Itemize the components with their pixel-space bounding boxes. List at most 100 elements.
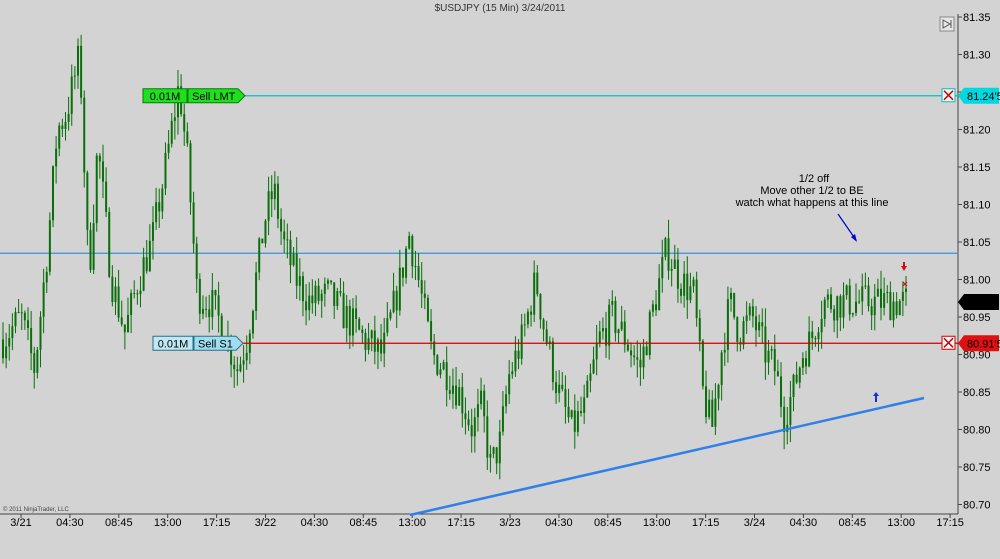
candle-body	[155, 202, 158, 223]
candle-body	[501, 406, 504, 432]
x-tick-label: 08:45	[594, 517, 622, 529]
candle-body	[580, 411, 583, 413]
candle-body	[848, 285, 851, 315]
candle-body	[836, 296, 839, 321]
candle-body	[98, 155, 101, 162]
candle-body	[783, 406, 786, 432]
scroll-end-button[interactable]	[939, 16, 955, 32]
x-tick-label: 04:30	[301, 517, 329, 529]
candle-body	[51, 166, 54, 221]
x-tick-label: 08:45	[350, 517, 378, 529]
candle-body	[101, 161, 104, 182]
candle-body	[214, 290, 217, 296]
candle-body	[889, 291, 892, 321]
candle-body	[39, 316, 42, 350]
candle-body	[420, 280, 423, 294]
candle-body	[89, 229, 92, 270]
candle-body	[892, 301, 895, 321]
candle-body	[192, 202, 195, 244]
candle-body	[851, 313, 854, 315]
candle-body	[511, 371, 514, 375]
candle-body	[736, 317, 739, 342]
candle-body	[111, 276, 114, 303]
candle-body	[508, 374, 511, 395]
candle-body	[45, 271, 48, 283]
candle-body	[151, 222, 154, 241]
copyright-text: © 2011 NinjaTrader, LLC	[3, 506, 69, 513]
candle-body	[64, 121, 67, 129]
candle-body	[305, 301, 308, 311]
candle-body	[301, 276, 304, 302]
candle-body	[217, 295, 220, 316]
x-tick-label: 08:45	[105, 517, 133, 529]
candle-body	[189, 143, 192, 203]
candle-body	[667, 238, 670, 271]
candle-body	[364, 332, 367, 350]
candle-body	[792, 374, 795, 398]
candle-body	[814, 338, 817, 340]
candle-body	[886, 291, 889, 294]
candle-body	[158, 202, 161, 212]
candle-body	[239, 364, 242, 372]
candle-body	[408, 235, 411, 249]
candle-body	[326, 280, 329, 284]
candle-body	[523, 324, 526, 326]
candle-body	[48, 220, 51, 272]
candle-body	[555, 382, 558, 394]
candle-body	[461, 387, 464, 414]
candle-body	[11, 326, 14, 339]
candle-body	[33, 353, 36, 373]
candle-body	[430, 321, 433, 342]
x-tick-label: 3/22	[255, 517, 276, 529]
candle-body	[817, 332, 820, 340]
candle-body	[23, 312, 26, 321]
candle-body	[411, 235, 414, 267]
candle-body	[95, 155, 98, 224]
x-tick-label: 04:30	[545, 517, 573, 529]
candle-body	[633, 355, 636, 358]
candle-body	[392, 290, 395, 313]
candle-body	[661, 256, 664, 279]
candle-body	[826, 294, 829, 300]
candle-body	[58, 125, 61, 149]
candle-body	[861, 286, 864, 302]
candle-body	[505, 394, 508, 407]
candle-body	[476, 404, 479, 418]
x-tick-label: 17:15	[203, 517, 231, 529]
y-tick-label: 81.10	[963, 200, 991, 212]
candle-body	[592, 359, 595, 374]
candle-body	[601, 328, 604, 332]
candle-body	[120, 317, 123, 325]
candle-body	[830, 294, 833, 310]
candle-body	[148, 240, 151, 272]
candle-body	[876, 288, 879, 297]
candle-body	[389, 312, 392, 319]
candle-body	[17, 312, 20, 314]
x-tick-label: 3/23	[499, 517, 520, 529]
candle-body	[417, 266, 420, 281]
candle-body	[561, 384, 564, 390]
x-tick-label: 17:15	[447, 517, 475, 529]
annotation-text: watch what happens at this line	[735, 197, 889, 209]
candle-body	[486, 416, 489, 458]
candle-body	[114, 286, 117, 303]
candle-body	[695, 279, 698, 318]
candle-body	[264, 220, 267, 244]
candle-body	[195, 243, 198, 279]
candle-body	[901, 291, 904, 301]
candle-body	[26, 320, 29, 329]
candle-body	[205, 308, 208, 310]
candle-body	[798, 367, 801, 383]
candle-body	[126, 314, 129, 333]
x-tick-label: 04:30	[56, 517, 84, 529]
candle-body	[355, 308, 358, 319]
candle-body	[751, 306, 754, 317]
candle-body	[451, 385, 454, 394]
candle-body	[720, 352, 723, 385]
candle-body	[623, 321, 626, 345]
candle-body	[236, 369, 239, 372]
x-tick-label: 13:00	[398, 517, 426, 529]
candle-body	[745, 315, 748, 322]
price-chart[interactable]: $USDJPY (15 Min) 3/24/2011 81.35 81.30 81.…	[0, 0, 1000, 559]
candle-body	[251, 310, 254, 334]
